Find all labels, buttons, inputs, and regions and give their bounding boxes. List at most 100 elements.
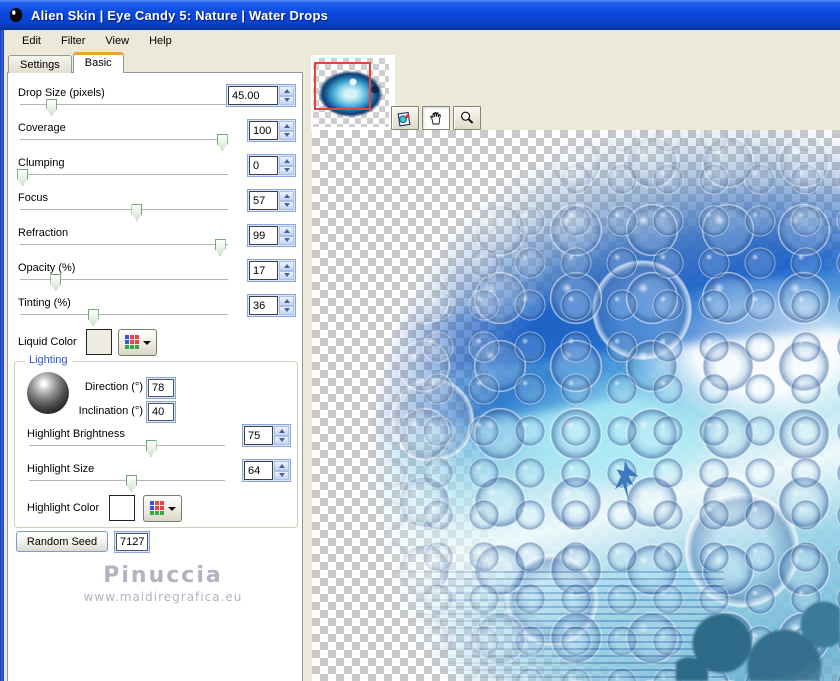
slider-label: Tinting (%) — [18, 297, 71, 309]
spin-up-button[interactable] — [279, 191, 294, 201]
hand-tool-icon — [430, 112, 441, 125]
spin-down-button[interactable] — [279, 200, 294, 210]
slider-label: Highlight Brightness — [27, 428, 125, 440]
slider-thumb[interactable] — [87, 309, 99, 326]
slider-track[interactable] — [20, 274, 228, 291]
tab-settings[interactable]: Settings — [8, 55, 72, 73]
menu-view[interactable]: View — [95, 32, 139, 50]
up-arrow-icon — [278, 428, 285, 433]
spin-up-button[interactable] — [279, 156, 294, 166]
down-arrow-icon — [283, 308, 290, 313]
watermark: Pinuccia www.maidiregrafica.eu — [38, 563, 288, 604]
plugin-window: Alien Skin | Eye Candy 5: Nature | Water… — [0, 0, 840, 681]
up-arrow-icon — [283, 123, 290, 128]
slider-track[interactable] — [29, 440, 225, 457]
slider-thumb[interactable] — [50, 274, 62, 291]
lighting-group: Lighting Direction (°) 78 Inclination (°… — [14, 354, 298, 528]
spin-up-button[interactable] — [279, 296, 294, 306]
spin-up-button[interactable] — [279, 121, 294, 131]
slider-thumb[interactable] — [46, 99, 58, 116]
direction-field[interactable]: 78 — [148, 379, 174, 397]
pan-tool-button[interactable] — [422, 106, 450, 130]
slider-label: Clumping — [18, 157, 65, 169]
value-spinbox: 100 — [247, 119, 296, 142]
value-field[interactable]: 64 — [244, 461, 273, 480]
menu-edit[interactable]: Edit — [12, 32, 51, 50]
slider-track[interactable] — [29, 475, 225, 492]
slider-thumb[interactable] — [17, 169, 29, 186]
slider-track[interactable] — [17, 169, 228, 186]
spin-up-button[interactable] — [279, 86, 294, 96]
highlight-color-swatch[interactable] — [109, 495, 135, 521]
slider-row-coverage: Coverage 100 — [18, 118, 296, 152]
spin-down-button[interactable] — [279, 235, 294, 245]
value-spinbox: 17 — [247, 259, 296, 282]
value-spinbox: 36 — [247, 294, 296, 317]
dropdown-arrow-icon — [142, 340, 151, 345]
slider-label: Refraction — [18, 227, 69, 239]
highlight-color-picker-button[interactable] — [143, 495, 182, 522]
slider-label: Opacity (%) — [18, 262, 76, 274]
value-field[interactable]: 17 — [249, 261, 278, 280]
color-grid-icon — [149, 501, 164, 515]
spin-down-button[interactable] — [279, 305, 294, 315]
slider-thumb[interactable] — [145, 440, 157, 457]
lighting-direction-ball[interactable] — [27, 372, 69, 414]
preview-teal-drop-cluster — [676, 587, 840, 681]
spin-up-button[interactable] — [274, 461, 289, 471]
spin-down-button[interactable] — [279, 130, 294, 140]
slider-thumb[interactable] — [125, 475, 137, 492]
color-grid-icon — [124, 335, 139, 349]
spin-up-button[interactable] — [279, 261, 294, 271]
inclination-field[interactable]: 40 — [148, 403, 174, 421]
zoom-tool-button[interactable] — [453, 106, 481, 130]
value-field[interactable]: 0 — [249, 156, 278, 175]
slider-track[interactable] — [20, 309, 228, 326]
slider-thumb[interactable] — [214, 239, 226, 256]
preview-compare-button[interactable] — [391, 106, 419, 130]
random-seed-button[interactable]: Random Seed — [16, 531, 108, 552]
titlebar[interactable]: Alien Skin | Eye Candy 5: Nature | Water… — [0, 0, 840, 30]
up-arrow-icon — [283, 158, 290, 163]
value-field[interactable]: 100 — [249, 121, 278, 140]
spin-up-button[interactable] — [279, 226, 294, 236]
value-field[interactable]: 75 — [244, 426, 273, 445]
value-field[interactable]: 36 — [249, 296, 278, 315]
value-spinbox: 75 — [242, 424, 291, 447]
liquid-color-swatch[interactable] — [86, 329, 112, 355]
inclination-field-box: 40 — [146, 401, 176, 423]
preview-canvas[interactable] — [312, 130, 840, 681]
spin-down-button[interactable] — [279, 165, 294, 175]
value-spinbox: 0 — [247, 154, 296, 177]
slider-track[interactable] — [20, 204, 228, 221]
preview-compare-icon — [397, 111, 411, 126]
slider-track[interactable] — [20, 239, 228, 256]
spin-down-button[interactable] — [279, 270, 294, 280]
preview-water-ripples — [343, 570, 724, 681]
slider-thumb[interactable] — [216, 134, 228, 151]
tab-strip: Settings Basic — [8, 52, 125, 73]
spin-down-button[interactable] — [274, 435, 289, 445]
menu-bar: Edit Filter View Help — [4, 30, 840, 52]
up-arrow-icon — [278, 463, 285, 468]
slider-track[interactable] — [20, 99, 228, 116]
lighting-group-label: Lighting — [25, 354, 72, 366]
menu-filter[interactable]: Filter — [51, 32, 95, 50]
value-field[interactable]: 57 — [249, 191, 278, 210]
value-field[interactable]: 99 — [249, 226, 278, 245]
spin-up-button[interactable] — [274, 426, 289, 436]
spin-down-button[interactable] — [274, 470, 289, 480]
preview-navigator-thumbnail[interactable] — [311, 55, 395, 130]
direction-field-box: 78 — [146, 377, 176, 399]
liquid-color-picker-button[interactable] — [118, 329, 157, 356]
tab-basic[interactable]: Basic — [72, 52, 124, 73]
dropdown-arrow-icon — [167, 506, 176, 511]
highlight-color-label: Highlight Color — [27, 502, 100, 514]
thumbnail-view-rectangle[interactable] — [314, 62, 371, 110]
value-field[interactable]: 45.00 — [228, 86, 278, 105]
slider-track[interactable] — [20, 134, 228, 151]
spin-down-button[interactable] — [279, 95, 294, 105]
menu-help[interactable]: Help — [139, 32, 182, 50]
slider-thumb[interactable] — [131, 204, 143, 221]
random-seed-field[interactable]: 7127 — [116, 533, 148, 551]
